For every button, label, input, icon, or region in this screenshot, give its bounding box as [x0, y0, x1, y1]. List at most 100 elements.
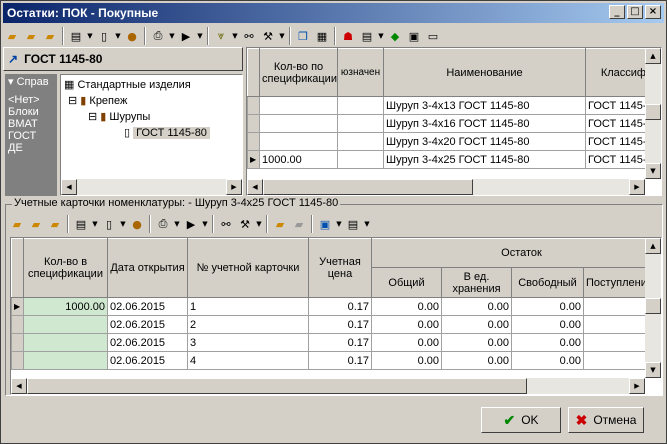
chevron-down-icon[interactable]: ▼ — [114, 32, 122, 40]
chevron-down-icon[interactable]: ▼ — [173, 220, 181, 228]
side-list-item[interactable]: <Нет> — [8, 94, 54, 106]
tree-header[interactable]: ↗ ГОСТ 1145-80 — [3, 47, 243, 71]
cards-hscroll[interactable]: ◀ ▶ — [11, 378, 645, 394]
scroll-down-icon[interactable]: ▼ — [645, 163, 661, 179]
tools-icon[interactable]: ⚒ — [236, 215, 254, 233]
chevron-down-icon[interactable]: ▼ — [196, 32, 204, 40]
side-list-item[interactable]: ГОСТ — [8, 130, 54, 142]
new-folder-icon[interactable]: ▰ — [8, 215, 26, 233]
chevron-down-icon[interactable]: ▼ — [86, 32, 94, 40]
chevron-down-icon[interactable]: ▼ — [119, 220, 127, 228]
list-icon[interactable]: ▤ — [72, 215, 90, 233]
scroll-left-icon[interactable]: ◀ — [61, 179, 77, 195]
chevron-down-icon[interactable]: ▼ — [201, 220, 209, 228]
col-total-header[interactable]: Общий — [371, 267, 442, 298]
side-list-item[interactable]: Блоки — [8, 106, 54, 118]
cancel-button[interactable]: ✖ Отмена — [568, 407, 644, 433]
col-name-header[interactable]: Наименование — [383, 48, 586, 97]
maximize-button[interactable]: □ — [627, 5, 643, 19]
minus-icon[interactable]: ⊟ — [68, 95, 77, 107]
col-card-number-header[interactable]: № учетной карточки — [187, 238, 309, 298]
col-units-header[interactable]: В ед. хранения — [441, 267, 512, 298]
scroll-right-icon[interactable]: ▶ — [629, 378, 645, 394]
side-list-item[interactable]: ДЕ — [8, 142, 54, 154]
tree-node-root[interactable]: ▦ Стандартные изделия — [64, 77, 210, 93]
document-icon[interactable]: ▯ — [95, 27, 113, 45]
add-folder-icon[interactable]: ▰ — [22, 27, 40, 45]
scroll-right-icon[interactable]: ▶ — [629, 179, 645, 195]
remove-folder-icon[interactable]: ▰ — [41, 27, 59, 45]
chevron-down-icon[interactable]: ▼ — [91, 220, 99, 228]
scroll-thumb[interactable] — [645, 104, 661, 120]
chevron-down-icon[interactable]: ▼ — [278, 32, 286, 40]
list-icon[interactable]: ▤ — [67, 27, 85, 45]
print-icon[interactable]: ⎙ — [149, 27, 167, 45]
filter-icon[interactable]: ⩔ — [212, 27, 230, 45]
scroll-up-icon[interactable]: ▲ — [645, 238, 661, 254]
table-row[interactable]: Шуруп 3-4x16 ГОСТ 1145-80 ГОСТ 1145- — [247, 114, 661, 133]
chevron-down-icon[interactable]: ▼ — [335, 220, 343, 228]
scroll-left-icon[interactable]: ◀ — [11, 378, 27, 394]
export-icon[interactable]: ▤ — [344, 215, 362, 233]
table-row[interactable]: Шуруп 3-4x13 ГОСТ 1145-80 ГОСТ 1145- — [247, 96, 661, 115]
side-list-item[interactable]: ВМАТ — [8, 118, 54, 130]
scroll-right-icon[interactable]: ▶ — [226, 179, 242, 195]
document-icon[interactable]: ▯ — [100, 215, 118, 233]
binoculars-icon[interactable]: ⚯ — [240, 27, 258, 45]
col-open-date-header[interactable]: Дата открытия — [107, 238, 188, 298]
new-folder-icon[interactable]: ▰ — [3, 27, 21, 45]
chevron-down-icon[interactable]: ▼ — [255, 220, 263, 228]
tools-icon[interactable]: ⚒ — [259, 27, 277, 45]
chevron-down-icon[interactable]: ▼ — [363, 220, 371, 228]
attach-icon[interactable]: ● — [123, 27, 141, 45]
search-doc-icon[interactable]: ▣ — [316, 215, 334, 233]
minimize-button[interactable]: _ — [609, 5, 625, 19]
table-row[interactable]: 02.06.201540.170.000.000.000.0 — [11, 351, 661, 370]
warning-icon[interactable]: ◆ — [386, 27, 404, 45]
scroll-thumb[interactable] — [27, 378, 527, 394]
remove-folder-icon[interactable]: ▰ — [46, 215, 64, 233]
scroll-down-icon[interactable]: ▼ — [645, 362, 661, 378]
chevron-down-icon[interactable]: ▼ — [231, 32, 239, 40]
attach-icon[interactable]: ● — [128, 215, 146, 233]
qty-cell-editing[interactable]: 1000.00 — [259, 150, 338, 169]
tree-node-screws[interactable]: ⊟ ▮ Шурупы — [64, 109, 210, 125]
top-grid-hscroll[interactable]: ◀ ▶ — [247, 179, 645, 195]
cards-vscroll[interactable]: ▲ ▼ — [645, 238, 661, 378]
exit-icon[interactable]: ▭ — [424, 27, 442, 45]
chevron-down-icon[interactable]: ▼ — [168, 32, 176, 40]
tree-node-gost[interactable]: ▯ ГОСТ 1145-80 — [64, 125, 210, 141]
table-row[interactable]: 02.06.201520.170.000.000.000.0 — [11, 315, 661, 334]
close-button[interactable]: × — [645, 5, 661, 19]
scroll-up-icon[interactable]: ▲ — [645, 48, 661, 64]
table-row[interactable]: ▶ 1000.00 Шуруп 3-4x25 ГОСТ 1145-80 ГОСТ 11… — [247, 150, 661, 169]
copy-icon[interactable]: ❐ — [294, 27, 312, 45]
export-icon[interactable]: ▤ — [358, 27, 376, 45]
print-icon[interactable]: ⎙ — [154, 215, 172, 233]
top-grid-vscroll[interactable]: ▲ ▼ — [645, 48, 661, 179]
binoculars-icon[interactable]: ⚯ — [217, 215, 235, 233]
col-designation-header[interactable]: юзначен — [337, 48, 384, 97]
users-icon[interactable]: ☗ — [339, 27, 357, 45]
report-icon[interactable]: ▣ — [405, 27, 423, 45]
open-folder-icon[interactable]: ▰ — [271, 215, 289, 233]
table-row[interactable]: ▶1000.0002.06.201510.170.000.000.000.0 — [11, 297, 661, 316]
col-price-header[interactable]: Учетная цена — [308, 238, 372, 298]
table-row[interactable]: Шуруп 3-4x20 ГОСТ 1145-80 ГОСТ 1145- — [247, 132, 661, 151]
minus-icon[interactable]: ⊟ — [88, 111, 97, 123]
side-list-header[interactable]: ▾ Справ — [8, 76, 54, 88]
tree-hscroll[interactable]: ◀ ▶ — [61, 179, 242, 195]
col-qty-header[interactable]: Кол-во по спецификации — [259, 48, 338, 97]
table-row[interactable]: 02.06.201530.170.000.000.000.0 — [11, 333, 661, 352]
add-folder-icon[interactable]: ▰ — [27, 215, 45, 233]
col-free-header[interactable]: Свободный — [511, 267, 584, 298]
col-qty-spec-header[interactable]: Кол-во в спецификации — [23, 238, 108, 298]
chevron-down-icon[interactable]: ▼ — [377, 32, 385, 40]
scroll-left-icon[interactable]: ◀ — [247, 179, 263, 195]
tree-icon[interactable]: ▦ — [313, 27, 331, 45]
play-icon[interactable]: ▶ — [177, 27, 195, 45]
tree-node-fasteners[interactable]: ⊟ ▮ Крепеж — [64, 93, 210, 109]
scroll-thumb[interactable] — [263, 179, 473, 195]
ok-button[interactable]: ✔ OK — [481, 407, 561, 433]
play-icon[interactable]: ▶ — [182, 215, 200, 233]
